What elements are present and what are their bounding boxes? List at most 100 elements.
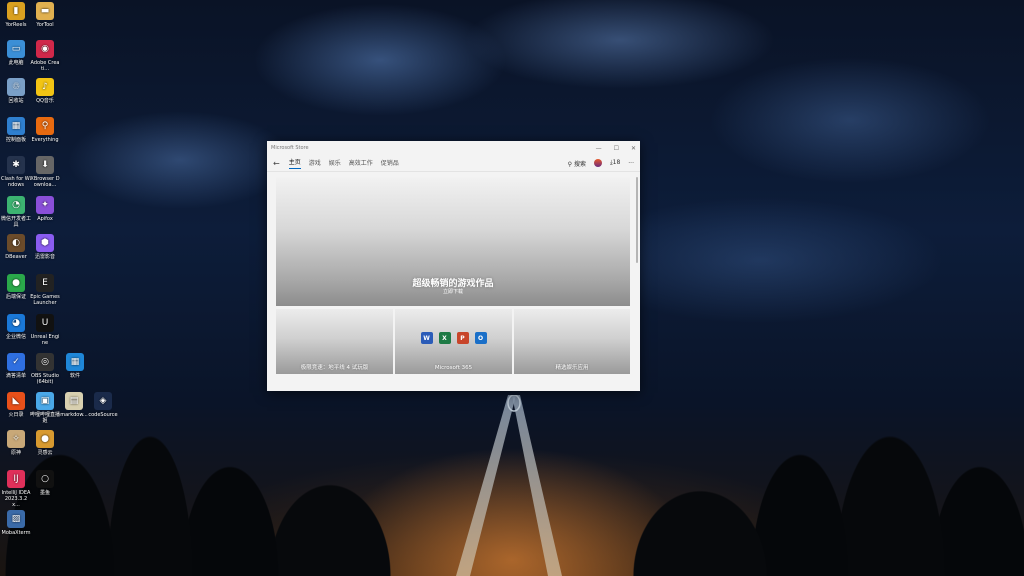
desktop-icon-label: OBS Studio (64bit) — [31, 373, 59, 385]
desktop-icon-label: 迅雷影音 — [34, 254, 55, 260]
app-icon: ◉ — [36, 40, 54, 58]
tile-entertainment-apps[interactable]: 精选娱乐应用 — [514, 309, 630, 374]
desktop-icon[interactable]: ✓ 滴答清单 — [1, 353, 31, 379]
app-icon: ◕ — [7, 314, 25, 332]
app-icon: ◣ — [7, 392, 25, 410]
desktop-icon[interactable]: ● 后端保证 — [1, 274, 31, 300]
app-icon: ✱ — [7, 156, 25, 174]
tab-games[interactable]: 游戏 — [309, 158, 321, 169]
desktop-icon-label: Everything — [31, 137, 59, 143]
desktop-icon[interactable]: ✧ 原神 — [1, 430, 31, 456]
desktop-icon[interactable]: ◔ 微信开发者工具 — [1, 196, 31, 228]
desktop-icon[interactable]: ◣ 火日录 — [1, 392, 31, 418]
tile-microsoft-365[interactable]: WXPO Microsoft 365 — [395, 309, 512, 374]
app-icon: ○ — [36, 470, 54, 488]
office-icons: WXPO — [395, 332, 512, 344]
app-icon: ◐ — [7, 234, 25, 252]
desktop-icon-label: XBrowser Downloa... — [30, 176, 60, 188]
microsoft-store-window[interactable]: Microsoft Store — ☐ ✕ ← 主页 游戏 娱乐 高效工作 促销… — [267, 141, 640, 391]
downloads-count: 18 — [612, 159, 621, 166]
desktop-icon[interactable]: ✱ Clash for Windows — [1, 156, 31, 188]
app-icon: ✦ — [36, 196, 54, 214]
more-options-icon[interactable]: ··· — [628, 160, 634, 167]
tile-label: 极限竞速：地平线 4 试玩版 — [300, 365, 369, 371]
desktop-icon[interactable]: ▮ YorReels — [1, 2, 31, 28]
search-button[interactable]: ⚲ 搜索 — [568, 159, 586, 168]
tab-home[interactable]: 主页 — [288, 157, 301, 169]
desktop-icon-label: IntelliJ IDEA 2023.3.2 x... — [1, 490, 31, 508]
tile-forza-demo[interactable]: 极限竞速：地平线 4 试玩版 — [276, 309, 393, 374]
tab-deals[interactable]: 促销品 — [381, 158, 399, 169]
powerpoint-icon: P — [456, 332, 469, 344]
app-icon: E — [36, 274, 54, 292]
desktop-icon[interactable]: ◕ 企业微信 — [1, 314, 31, 340]
desktop-icon[interactable]: ♪ QQ音乐 — [30, 78, 60, 104]
desktop-icon[interactable]: ▭ 此电脑 — [1, 40, 31, 66]
app-icon: ◎ — [36, 353, 54, 371]
search-label: 搜索 — [573, 160, 586, 168]
desktop-icon-label: 哔哩哔哩直播姬 — [30, 412, 61, 424]
app-icon: ▣ — [36, 392, 54, 410]
search-icon: ⚲ — [567, 160, 573, 168]
back-arrow-icon[interactable]: ← — [273, 159, 280, 168]
desktop-icon[interactable]: ◐ DBeaver — [1, 234, 31, 260]
desktop-icon-label: QQ音乐 — [36, 98, 54, 104]
desktop-icon-label: 墨鱼 — [39, 490, 50, 496]
tab-entertainment[interactable]: 娱乐 — [329, 158, 341, 169]
tile-label: Microsoft 365 — [434, 365, 473, 371]
avatar[interactable] — [593, 159, 602, 167]
window-titlebar[interactable]: Microsoft Store — ☐ ✕ — [267, 141, 640, 155]
desktop-icon[interactable]: ▣ 哔哩哔哩直播姬 — [30, 392, 60, 424]
app-icon: ⚲ — [36, 117, 54, 135]
desktop-icon[interactable]: ◎ OBS Studio (64bit) — [30, 353, 60, 385]
desktop-icon[interactable]: ⬇ XBrowser Downloa... — [30, 156, 60, 188]
desktop-icon-label: 回收站 — [8, 98, 24, 104]
store-navbar: ← 主页 游戏 娱乐 高效工作 促销品 ⚲ 搜索 ⤓18 ··· — [267, 155, 640, 172]
close-button[interactable]: ✕ — [631, 145, 636, 152]
minimize-button[interactable]: — — [596, 145, 602, 152]
desktop-icon-label: Adobe Creati... — [30, 60, 60, 72]
desktop-icon[interactable]: ▬ YorTool — [30, 2, 60, 28]
desktop-icon[interactable]: ◈ codeSource — [88, 392, 118, 418]
desktop-icon-label: MobaXterm — [1, 530, 31, 536]
maximize-button[interactable]: ☐ — [614, 145, 619, 152]
desktop-icon[interactable]: U Unreal Engine — [30, 314, 60, 346]
desktop-icon-label: 后端保证 — [5, 294, 26, 300]
scrollbar[interactable] — [636, 177, 638, 263]
app-icon: U — [36, 314, 54, 332]
desktop-icon-label: Unreal Engine — [30, 334, 60, 346]
desktop-icon-label: Epic Games Launcher — [30, 294, 60, 306]
app-icon: ⬇ — [36, 156, 54, 174]
desktop-icon[interactable]: ● 灵感云 — [30, 430, 60, 456]
window-title: Microsoft Store — [271, 145, 309, 151]
desktop-icon[interactable]: ⚲ Everything — [30, 117, 60, 143]
app-icon: ♪ — [36, 78, 54, 96]
desktop-icon-label: 微信开发者工具 — [1, 216, 32, 228]
app-icon: IJ — [7, 470, 25, 488]
desktop-icon[interactable]: IJ IntelliJ IDEA 2023.3.2 x... — [1, 470, 31, 508]
downloads-button[interactable]: ⤓18 — [610, 159, 620, 167]
desktop-icon[interactable]: ▨ MobaXterm — [1, 510, 31, 536]
tab-productivity[interactable]: 高效工作 — [349, 158, 373, 169]
desktop-icon-label: 此电脑 — [8, 60, 24, 66]
hero-banner[interactable]: 超级畅销的游戏作品 立即下载 — [276, 177, 630, 306]
desktop-icon[interactable]: ▤ markdow... — [59, 392, 89, 418]
desktop-icon[interactable]: ▦ 软件 — [60, 353, 90, 379]
desktop-icon[interactable]: ♲ 回收站 — [1, 78, 31, 104]
desktop-icon-label: 灵感云 — [37, 450, 53, 456]
desktop-icon-label: markdow... — [60, 412, 88, 418]
desktop-icon[interactable]: ▦ 控制面板 — [1, 117, 31, 143]
app-icon: ✓ — [7, 353, 25, 371]
hero-subtitle[interactable]: 立即下载 — [276, 288, 630, 295]
desktop-icon-label: 控制面板 — [5, 137, 26, 143]
tile-label: 精选娱乐应用 — [555, 365, 589, 371]
desktop-icon[interactable]: E Epic Games Launcher — [30, 274, 60, 306]
desktop-icon[interactable]: ◉ Adobe Creati... — [30, 40, 60, 72]
desktop-icon-label: Apifox — [37, 216, 53, 222]
app-icon: ▮ — [7, 2, 25, 20]
app-icon: ● — [7, 274, 25, 292]
desktop-icon[interactable]: ○ 墨鱼 — [30, 470, 60, 496]
desktop-icon[interactable]: ✦ Apifox — [30, 196, 60, 222]
desktop-icon-label: YorTool — [36, 22, 54, 28]
desktop-icon[interactable]: ⬢ 迅雷影音 — [30, 234, 60, 260]
